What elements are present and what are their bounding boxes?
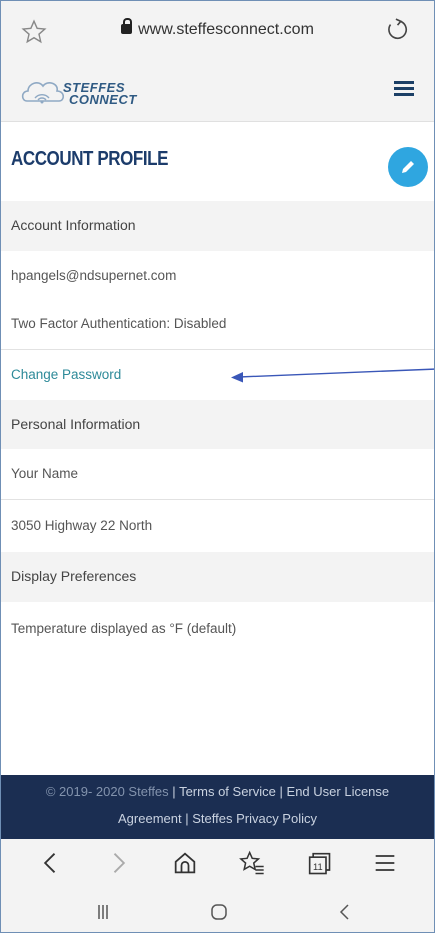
terms-of-service-link[interactable]: Terms of Service [179,784,276,799]
section-display-preferences: Display Preferences [1,552,434,602]
browser-menu-icon[interactable] [371,849,399,877]
tabs-icon[interactable]: 11 [305,849,333,877]
eula-link-part2[interactable]: Agreement [118,811,182,826]
page-title-bar: ACCOUNT PROFILE [1,122,434,197]
footer-line-2: Agreement | Steffes Privacy Policy [1,811,434,826]
copyright-text: © 2019- 2020 Steffes [45,784,169,799]
eula-link-part1[interactable]: End User License [287,784,390,799]
phone-screen: www.steffesconnect.com STEFFES CONNECT A… [0,0,435,933]
page-title: ACCOUNT PROFILE [11,148,169,170]
name-value: Your Name [11,466,79,481]
change-password-link[interactable]: Change Password [11,367,121,382]
recent-apps-icon[interactable] [91,900,115,924]
edit-profile-button[interactable] [388,147,428,187]
address-value: 3050 Highway 22 North [11,518,153,533]
logo-text-connect: CONNECT [69,92,137,107]
email-value: hpangels@ndsupernet.com [11,268,177,283]
privacy-policy-link[interactable]: Steffes Privacy Policy [192,811,317,826]
address-row: 3050 Highway 22 North [1,501,434,551]
temperature-row: Temperature displayed as °F (default) [1,604,434,654]
lock-icon [121,18,133,34]
annotation-arrow [231,368,434,383]
browser-toolbar: 11 [1,839,434,885]
name-row: Your Name [1,449,434,500]
section-label: Display Preferences [11,568,137,584]
app-header: STEFFES CONNECT [1,61,434,122]
back-icon[interactable] [37,849,65,877]
browser-url-bar: www.steffesconnect.com [1,1,434,61]
cloud-wifi-icon [21,82,65,104]
forward-icon[interactable] [104,849,132,877]
two-factor-status: Two Factor Authentication: Disabled [11,316,227,331]
system-navigation-bar [1,885,434,932]
home-icon[interactable] [171,849,199,877]
site-footer: © 2019- 2020 Steffes | Terms of Service … [1,775,434,839]
svg-text:11: 11 [313,862,323,872]
hamburger-menu-icon[interactable] [394,81,414,97]
footer-separator: | [185,811,189,826]
footer-separator: | [172,784,176,799]
section-account-information: Account Information [1,201,434,251]
system-back-icon[interactable] [333,900,357,924]
section-label: Personal Information [11,416,141,432]
reload-icon[interactable] [384,17,410,43]
bookmarks-icon[interactable] [238,849,266,877]
footer-separator: | [279,784,283,799]
url-text-container[interactable]: www.steffesconnect.com [1,18,434,39]
email-row: hpangels@ndsupernet.com [1,251,434,302]
two-factor-row: Two Factor Authentication: Disabled [1,299,434,350]
steffes-connect-logo[interactable]: STEFFES CONNECT [19,71,149,113]
pencil-icon [402,161,414,173]
temperature-value: Temperature displayed as °F (default) [11,621,237,636]
url-text[interactable]: www.steffesconnect.com [138,21,314,38]
system-home-icon[interactable] [207,900,231,924]
section-label: Account Information [11,217,136,233]
section-personal-information: Personal Information [1,400,434,450]
footer-line-1: © 2019- 2020 Steffes | Terms of Service … [1,784,434,799]
